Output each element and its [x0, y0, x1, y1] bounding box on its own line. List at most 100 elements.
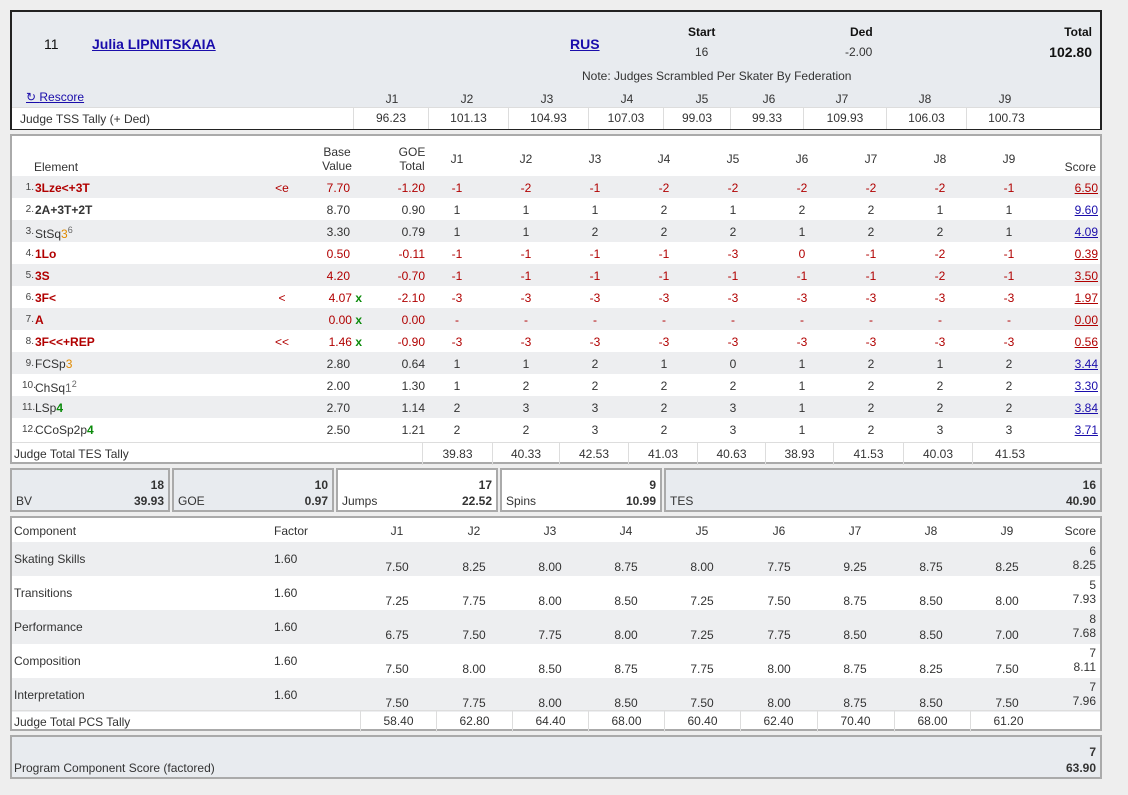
element-row: 7. A 0.00 x 0.00- - - - - - - - -0.00	[12, 308, 1100, 330]
component-judge-score: 8.00	[690, 560, 714, 574]
component-score: 8.25	[1072, 558, 1096, 572]
base-value: 4.07 x	[312, 291, 362, 305]
component-judge-score: 7.50	[767, 594, 791, 608]
component-factor: 1.60	[274, 654, 298, 668]
judge-goe: 2	[867, 225, 875, 239]
ded-label: Ded	[850, 25, 873, 39]
skater-header: 11 Julia LIPNITSKAIA RUS Start 16 Ded -2…	[10, 10, 1102, 130]
element-name: CCoSp2p4	[35, 423, 94, 437]
judge-goe: 3	[591, 401, 599, 415]
judge-goe: 2	[660, 203, 668, 217]
element-name: 3F<<+REP	[35, 335, 95, 349]
judge-goe: 3	[1005, 423, 1013, 437]
judge-goe: -	[938, 313, 942, 327]
element-score-link[interactable]: 3.44	[1052, 357, 1098, 371]
element-row: 3. StSq36 3.30 0.79 1 1 2 2 2 1 2 2 1 4.09	[12, 220, 1100, 242]
component-judge-score: 8.50	[919, 696, 943, 710]
goe-summary: 10 GOE 0.97	[172, 468, 334, 512]
element-code: ChSq	[35, 381, 66, 395]
judge-goe: 3	[591, 423, 599, 437]
tes-tally-value: 40.63	[697, 443, 765, 465]
component-judge-score: 7.75	[462, 594, 486, 608]
start-label: Start	[688, 25, 716, 39]
base-value-number: 4.07	[328, 291, 352, 305]
pcs-tally-value: 60.40	[664, 711, 740, 732]
judge-goe: 1	[798, 379, 806, 393]
element-row: 1. 3Lze<+3T <e 7.70 -1.20 -1 -2 -1 -2 -2 -2 -2 -2 -1 6…	[12, 176, 1100, 198]
element-score-link[interactable]: 6.50	[1052, 181, 1098, 195]
judge-goe: 2	[867, 423, 875, 437]
goe-total: -2.10	[397, 291, 425, 305]
nation-link[interactable]: RUS	[570, 36, 600, 52]
judge-header: J6	[762, 92, 776, 106]
component-judge-score: 8.00	[995, 594, 1019, 608]
tes-tally-value: 41.03	[628, 443, 697, 465]
skater-name-link[interactable]: Julia LIPNITSKAIA	[92, 36, 216, 52]
element-score-link[interactable]: 1.97	[1052, 291, 1098, 305]
component-score-col-header: Score	[1064, 524, 1096, 538]
component-judge-score: 8.50	[538, 662, 562, 676]
component-score: 7.68	[1072, 626, 1096, 640]
judge-goe: -1	[451, 181, 463, 195]
tss-tally-value: 99.03	[663, 108, 730, 129]
component-judge-score: 7.50	[385, 662, 409, 676]
base-value-header-line1: Base	[323, 145, 351, 159]
pcs-total-box: 7 Program Component Score (factored) 63.…	[10, 735, 1102, 779]
judge-goe: -	[869, 313, 873, 327]
judge-goe: -	[593, 313, 597, 327]
component-score: 7.96	[1072, 694, 1096, 708]
element-info: <e	[275, 181, 289, 195]
element-row: 9. FCSp3 2.80 0.64 1 1 2 1 0 1 2 1 2 3.44	[12, 352, 1100, 374]
judge-goe: -2	[865, 181, 877, 195]
element-score-link[interactable]: 0.39	[1052, 247, 1098, 261]
judge-header: J6	[772, 524, 786, 538]
element-code: 3Lze<+3T	[35, 181, 90, 195]
judge-goe: -2	[934, 181, 946, 195]
element-score-link[interactable]: 0.56	[1052, 335, 1098, 349]
judge-goe: 1	[591, 203, 599, 217]
element-code: 3F<	[35, 291, 57, 305]
skater-rank: 11	[44, 36, 59, 52]
judge-goe: -3	[451, 291, 463, 305]
element-number: 5.	[25, 270, 34, 281]
judge-goe: 2	[660, 379, 668, 393]
element-score-link[interactable]: 4.09	[1052, 225, 1098, 239]
component-judge-score: 7.75	[767, 628, 791, 642]
element-number: 12.	[22, 424, 36, 435]
element-score-link[interactable]: 9.60	[1052, 203, 1098, 217]
base-value: 2.70	[312, 401, 362, 415]
judge-goe: -2	[796, 181, 808, 195]
element-code: StSq	[35, 227, 62, 241]
element-score-link[interactable]: 3.30	[1052, 379, 1098, 393]
judge-goe: -2	[727, 181, 739, 195]
judge-header: J5	[726, 152, 740, 166]
element-level: 4	[56, 401, 64, 415]
component-judge-score: 8.50	[614, 696, 638, 710]
component-judge-score: 8.75	[919, 560, 943, 574]
element-code: 3F<<+REP	[35, 335, 95, 349]
judge-goe: 0	[798, 247, 806, 261]
pcs-tally-value: 62.40	[740, 711, 816, 732]
judge-goe: 1	[798, 423, 806, 437]
judge-goe: 3	[936, 423, 944, 437]
element-score-link[interactable]: 3.84	[1052, 401, 1098, 415]
judge-goe: -1	[520, 247, 532, 261]
element-number: 8.	[25, 336, 34, 347]
component-judge-score: 7.00	[995, 628, 1019, 642]
goe-label: GOE	[178, 494, 205, 508]
judge-goe: -1	[658, 269, 670, 283]
judge-goe: 2	[453, 401, 461, 415]
component-judge-score: 8.00	[538, 594, 562, 608]
pcs-tally-row: Judge Total PCS Tally 58.40 62.80 64.40 68.…	[12, 710, 1100, 732]
element-score-link[interactable]: 3.71	[1052, 423, 1098, 437]
element-score-link[interactable]: 3.50	[1052, 269, 1098, 283]
judge-header: J9	[998, 92, 1012, 106]
pcs-tally-value: 70.40	[817, 711, 893, 732]
judge-goe: 3	[729, 401, 737, 415]
judge-goe: 2	[867, 357, 875, 371]
judge-header: J3	[588, 152, 602, 166]
component-judge-score: 8.75	[843, 696, 867, 710]
element-name: 3S	[35, 269, 50, 283]
judge-goe: 2	[522, 423, 530, 437]
element-score-link[interactable]: 0.00	[1052, 313, 1098, 327]
